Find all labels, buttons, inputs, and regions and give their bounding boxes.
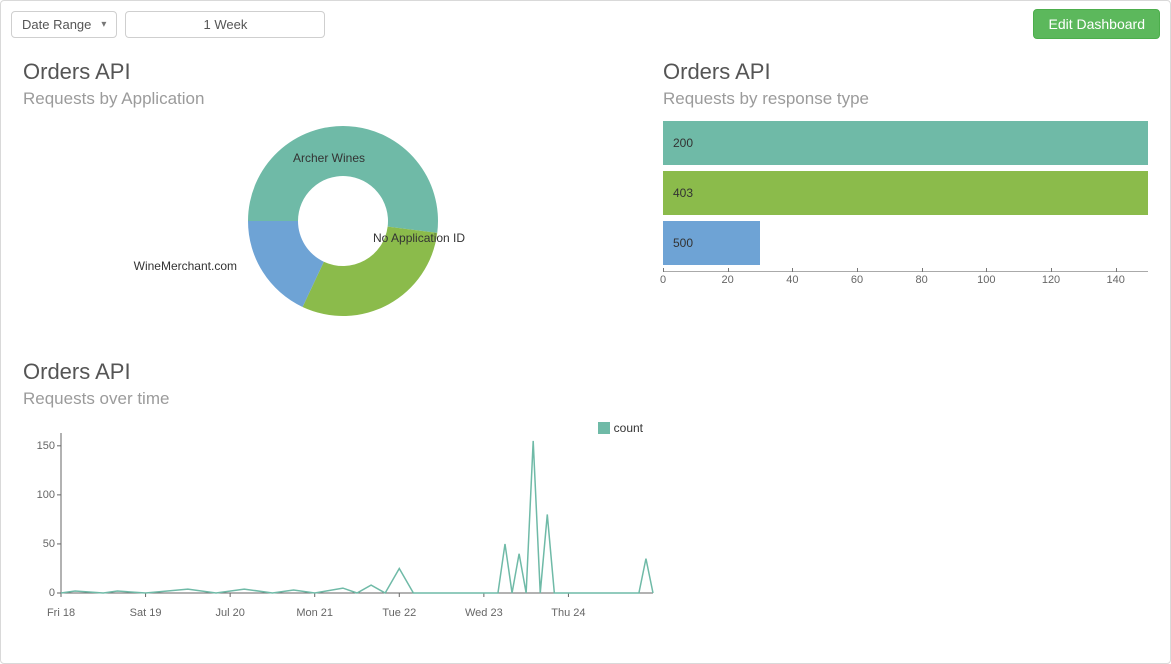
hbar-x-tick: 120 [1042,274,1060,286]
hbar-row: 403 [663,171,1148,215]
edit-dashboard-button[interactable]: Edit Dashboard [1033,9,1160,39]
line-series[interactable] [61,441,653,593]
panel-requests-by-application: Orders API Requests by Application No Ap… [23,51,643,341]
hbar-x-tick: 40 [786,274,798,286]
hbar-bar[interactable] [663,171,1148,215]
dashboard-frame: Date Range ▾ 1 Week Edit Dashboard Order… [0,0,1171,664]
donut-slice-label: No Application ID [373,231,465,245]
hbar-x-tick: 140 [1106,274,1124,286]
line-x-tick: Sat 19 [130,607,162,619]
line-x-tick: Wed 23 [465,607,503,619]
hbar-x-tick: 80 [916,274,928,286]
line-x-tick: Fri 18 [47,607,75,619]
panel-title: Orders API [23,59,643,85]
line-x-tick: Mon 21 [296,607,333,619]
donut-chart: No Application ID WineMerchant.com Archer … [23,121,643,341]
hbar-x-tick: 100 [977,274,995,286]
hbar-bar-label: 500 [673,236,693,250]
panel-subtitle: Requests over time [23,389,1148,409]
line-x-tick: Thu 24 [551,607,585,619]
panel-subtitle: Requests by Application [23,89,643,109]
date-range-value-input[interactable]: 1 Week [125,11,325,38]
donut-slice[interactable] [248,126,438,233]
panel-requests-by-response-type: Orders API Requests by response type 200… [663,51,1148,341]
line-y-tick: 150 [25,440,55,452]
hbar-x-tick: 20 [722,274,734,286]
line-y-tick: 100 [25,489,55,501]
topbar: Date Range ▾ 1 Week Edit Dashboard [11,9,1160,39]
line-chart: count 050100150Fri 18Sat 19Jul 20Mon 21T… [23,421,663,621]
donut-slice-label: WineMerchant.com [134,259,237,273]
chevron-down-icon: ▾ [101,19,106,30]
hbar-bar[interactable] [663,121,1148,165]
panel-title: Orders API [663,59,1148,85]
line-y-tick: 50 [25,538,55,550]
line-y-tick: 0 [25,587,55,599]
line-x-tick: Tue 22 [382,607,416,619]
donut-slice-label: Archer Wines [293,151,365,165]
panel-requests-over-time: Orders API Requests over time count 0501… [23,351,1148,621]
panel-subtitle: Requests by response type [663,89,1148,109]
hbar-x-tick: 60 [851,274,863,286]
line-x-tick: Jul 20 [215,607,244,619]
panel-title: Orders API [23,359,1148,385]
hbar-bar-label: 403 [673,186,693,200]
hbar-bar-label: 200 [673,136,693,150]
hbar-row: 500 [663,221,1148,265]
date-range-dropdown[interactable]: Date Range ▾ [11,11,117,38]
hbar-x-tick: 0 [660,274,666,286]
hbar-chart: 200 403 500 0 20 40 60 80 100 120 140 [663,121,1148,321]
date-range-label: Date Range [22,17,91,32]
hbar-x-axis: 0 20 40 60 80 100 120 140 [663,271,1148,291]
hbar-row: 200 [663,121,1148,165]
